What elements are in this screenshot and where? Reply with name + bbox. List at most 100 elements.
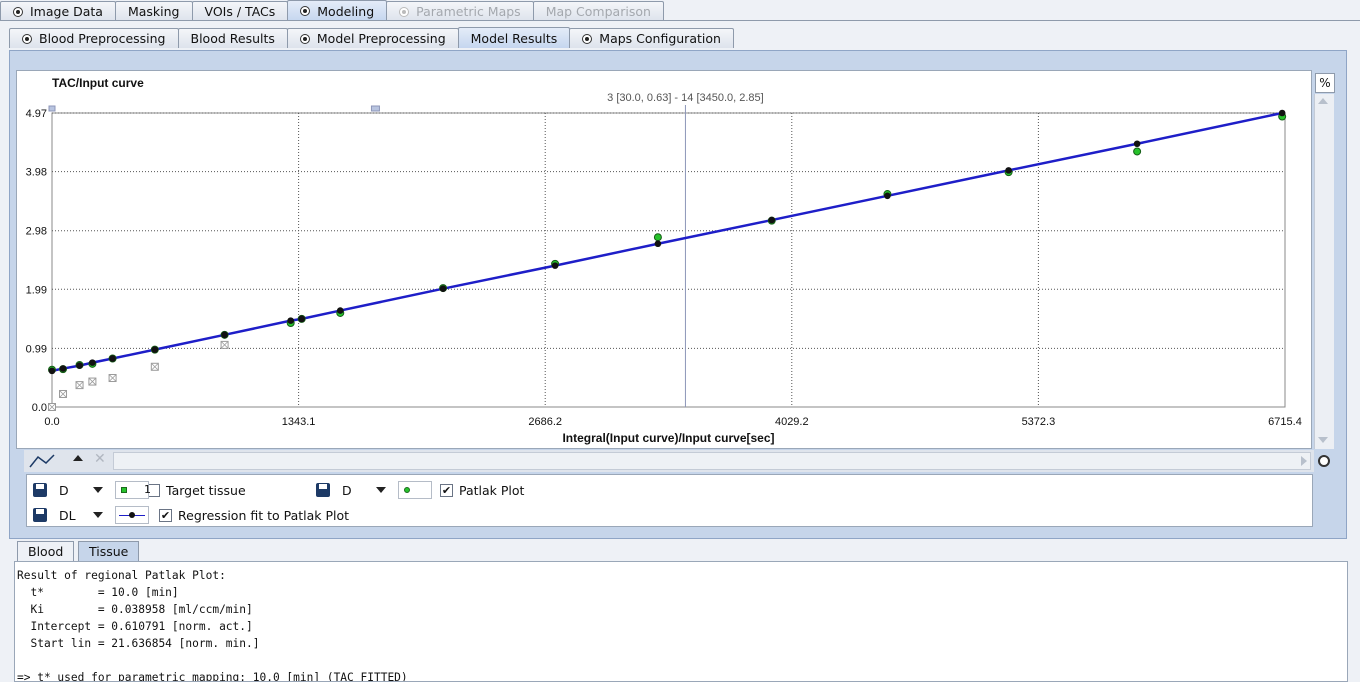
regression-point bbox=[551, 262, 559, 269]
dropdown-arrow-icon[interactable] bbox=[93, 487, 103, 493]
dropdown-arrow-icon[interactable] bbox=[93, 512, 103, 518]
x-tick-label: 5372.3 bbox=[1022, 416, 1056, 428]
scroll-up-icon[interactable] bbox=[1318, 98, 1328, 104]
tab-label: Blood Results bbox=[190, 31, 275, 46]
marker-swatch[interactable] bbox=[115, 506, 149, 524]
result-line bbox=[17, 652, 1345, 669]
style-letter: D bbox=[342, 482, 352, 498]
style-letter: DL bbox=[59, 507, 76, 523]
regression-point bbox=[1133, 140, 1141, 148]
range-end-handle[interactable] bbox=[370, 105, 380, 112]
radio-icon bbox=[300, 6, 311, 16]
chart-title: TAC/Input curve bbox=[52, 76, 144, 90]
series-legend: D 1 Target tissue D ✔ Patlak Plot DL ✔ R… bbox=[26, 474, 1313, 527]
tab-label: Model Results bbox=[470, 30, 558, 46]
tab-parametric-maps: Parametric Maps bbox=[386, 1, 534, 21]
radio-icon bbox=[582, 33, 593, 44]
result-text-area[interactable]: Result of regional Patlak Plot: t* = 10.… bbox=[14, 561, 1348, 682]
result-line: Intercept = 0.610791 [norm. act.] bbox=[17, 620, 253, 633]
tab-label: Model Preprocessing bbox=[316, 31, 446, 46]
regression-point bbox=[287, 317, 294, 324]
patlak-plot-checkbox[interactable]: ✔ bbox=[440, 483, 453, 497]
tab-masking[interactable]: Masking bbox=[114, 1, 193, 21]
result-line: Result of regional Patlak Plot: bbox=[17, 569, 226, 582]
regression-point bbox=[768, 216, 776, 224]
scroll-right-icon[interactable] bbox=[1301, 456, 1307, 466]
regression-point bbox=[59, 365, 67, 372]
x-tick-label: 4029.2 bbox=[775, 416, 809, 428]
result-line: Start lin = 21.636854 [norm. min.] bbox=[17, 637, 260, 650]
regression-point bbox=[89, 359, 96, 366]
collapse-arrow-icon[interactable] bbox=[73, 455, 83, 461]
regression-line bbox=[51, 111, 1283, 373]
percent-toggle-button[interactable]: % bbox=[1315, 73, 1335, 93]
result-line: t* = 10.0 [min] bbox=[17, 586, 179, 599]
patlak-point bbox=[1133, 147, 1142, 156]
save-icon[interactable] bbox=[33, 483, 47, 497]
save-icon[interactable] bbox=[33, 508, 47, 522]
legend-label: Regression fit to Patlak Plot bbox=[178, 507, 350, 523]
range-start-handle[interactable] bbox=[48, 105, 56, 112]
regression-point bbox=[884, 192, 891, 200]
vertical-scrollbar[interactable] bbox=[1314, 94, 1334, 449]
tab-label: Blood bbox=[28, 544, 64, 559]
x-tick-label: 2686.2 bbox=[528, 416, 562, 428]
regression-point bbox=[151, 346, 159, 353]
y-tick-label: 1.99 bbox=[26, 284, 47, 296]
style-letter: D bbox=[59, 482, 69, 498]
dropdown-arrow-icon[interactable] bbox=[376, 487, 386, 493]
tab-blood[interactable]: Blood bbox=[17, 541, 75, 561]
tab-map-comparison: Map Comparison bbox=[532, 1, 664, 21]
regression-point bbox=[1278, 109, 1286, 117]
tab-label: Masking bbox=[127, 4, 180, 19]
save-icon[interactable] bbox=[316, 483, 330, 497]
scroll-down-icon[interactable] bbox=[1318, 437, 1328, 443]
plot-frame bbox=[51, 112, 1286, 408]
tab-label: Parametric Maps bbox=[416, 4, 521, 19]
patlak-point bbox=[653, 233, 662, 242]
tab-label: VOIs / TACs bbox=[204, 4, 276, 19]
main-tab-bar: Image Data Masking VOIs / TACs Modeling Para… bbox=[0, 0, 664, 21]
regression-point bbox=[109, 355, 116, 362]
legend-item-target-tissue: D 1 Target tissue bbox=[33, 481, 246, 499]
main-tab-divider bbox=[0, 20, 1360, 21]
marker-swatch[interactable]: 1 bbox=[115, 481, 151, 499]
line-style-icon[interactable] bbox=[28, 451, 58, 471]
tab-vois-tacs[interactable]: VOIs / TACs bbox=[191, 1, 289, 21]
modeling-tab-bar: Blood Preprocessing Blood Results Model Pr… bbox=[9, 27, 734, 48]
y-tick-label: 2.98 bbox=[26, 226, 47, 238]
close-icon[interactable]: ✕ bbox=[94, 451, 106, 467]
tab-modeling[interactable]: Modeling bbox=[287, 0, 388, 21]
y-tick-label: 3.98 bbox=[26, 167, 47, 179]
result-line: Ki = 0.038958 [ml/ccm/min] bbox=[17, 603, 253, 616]
x-tick-label: 6715.4 bbox=[1268, 416, 1302, 428]
tab-label: Modeling bbox=[317, 3, 375, 19]
cursor-readout: 3 [30.0, 0.63] - 14 [3450.0, 2.85] bbox=[607, 92, 764, 104]
regression-fit-checkbox[interactable]: ✔ bbox=[159, 508, 172, 522]
regression-point bbox=[298, 315, 306, 323]
settings-circle-icon[interactable] bbox=[1318, 455, 1330, 467]
regression-point bbox=[1005, 167, 1012, 174]
legend-label: Target tissue bbox=[166, 482, 246, 498]
regression-point bbox=[336, 307, 344, 314]
tab-label: Maps Configuration bbox=[599, 31, 721, 46]
horizontal-scrollbar[interactable] bbox=[113, 452, 1311, 470]
patlak-chart[interactable]: 0.0 1343.1 2686.2 4029.2 5372.3 6715.4 0.0 0.99… bbox=[17, 71, 1313, 450]
radio-icon bbox=[13, 6, 23, 17]
subtab-model-preprocessing[interactable]: Model Preprocessing bbox=[286, 28, 459, 48]
tab-label: Map Comparison bbox=[545, 4, 651, 19]
subtab-model-results[interactable]: Model Results bbox=[457, 27, 571, 48]
subtab-maps-configuration[interactable]: Maps Configuration bbox=[569, 28, 734, 48]
subtab-blood-preprocessing[interactable]: Blood Preprocessing bbox=[9, 28, 179, 48]
regression-point bbox=[48, 367, 56, 375]
tab-label: Image Data bbox=[30, 4, 103, 19]
tab-tissue[interactable]: Tissue bbox=[78, 541, 140, 561]
legend-item-patlak-plot: D ✔ Patlak Plot bbox=[316, 481, 524, 499]
marker-swatch[interactable] bbox=[398, 481, 432, 499]
plot-area[interactable]: 0.0 1343.1 2686.2 4029.2 5372.3 6715.4 0.0 0.99… bbox=[16, 70, 1312, 449]
subtab-blood-results[interactable]: Blood Results bbox=[177, 28, 288, 48]
y-tick-label: 4.97 bbox=[26, 108, 47, 120]
tab-label: Blood Preprocessing bbox=[39, 31, 166, 46]
legend-label: Patlak Plot bbox=[459, 482, 525, 498]
tab-image-data[interactable]: Image Data bbox=[0, 1, 116, 21]
